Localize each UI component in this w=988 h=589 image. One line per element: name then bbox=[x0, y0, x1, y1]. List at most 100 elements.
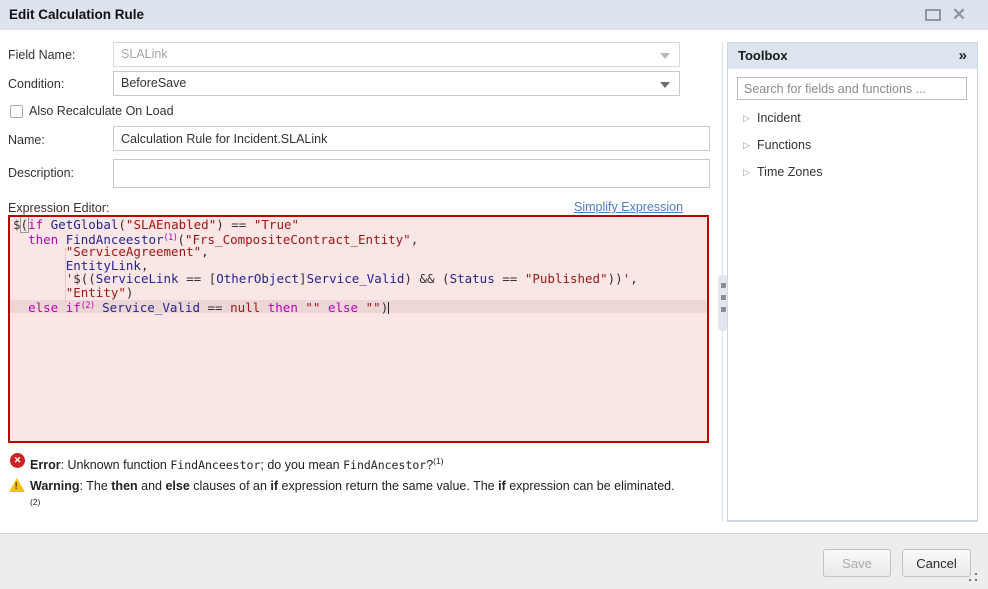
maximize-icon[interactable] bbox=[925, 9, 941, 21]
description-input[interactable] bbox=[113, 159, 710, 188]
condition-select[interactable]: BeforeSave bbox=[113, 71, 680, 96]
field-name-label: Field Name: bbox=[8, 48, 75, 62]
code-token: OtherObject bbox=[216, 271, 299, 286]
recalculate-label: Also Recalculate On Load bbox=[29, 104, 174, 118]
chevron-down-icon bbox=[660, 82, 670, 88]
toolbox-tree: ▷ Incident ▷Functions▷ Time Zones bbox=[728, 105, 977, 186]
toolbox-tree-item-incident[interactable]: ▷ Incident bbox=[728, 105, 977, 132]
code-token: "" bbox=[305, 300, 320, 315]
message-segment: Error bbox=[30, 458, 61, 472]
code-token: ] bbox=[299, 271, 307, 286]
save-button: Save bbox=[823, 549, 891, 577]
indent-guide bbox=[65, 248, 66, 302]
code-token: Service_Valid bbox=[102, 300, 200, 315]
code-token: ) && ( bbox=[404, 271, 449, 286]
dialog-title: Edit Calculation Rule bbox=[9, 0, 144, 30]
code-token: GetGlobal bbox=[51, 217, 119, 232]
code-token: , bbox=[630, 271, 638, 286]
code-line: $(if GetGlobal("SLAEnabled") == "True" bbox=[9, 218, 708, 232]
toolbox-panel: Toolbox » ▷ Incident ▷Functions▷ Time Zones bbox=[727, 42, 978, 522]
toolbox-title: Toolbox bbox=[738, 43, 788, 69]
chevron-down-icon bbox=[660, 53, 670, 59]
message-segment: : The bbox=[80, 479, 112, 493]
code-token: (1) bbox=[164, 233, 178, 243]
code-token bbox=[13, 300, 28, 315]
code-line: "Entity") bbox=[9, 286, 708, 300]
code-line: EntityLink, bbox=[9, 259, 708, 273]
code-token: null bbox=[230, 300, 260, 315]
code-token: "True" bbox=[254, 217, 299, 232]
message-segment: FindAnceestor bbox=[170, 458, 260, 472]
code-token bbox=[260, 300, 268, 315]
code-token: )) bbox=[608, 271, 623, 286]
simplify-expression-link[interactable]: Simplify Expression bbox=[574, 200, 690, 214]
code-token: ) bbox=[126, 285, 134, 300]
message-segment: then bbox=[111, 479, 137, 493]
message-segment: Warning bbox=[30, 479, 80, 493]
tree-expand-icon[interactable]: ▷ bbox=[743, 105, 750, 132]
toolbox-search-input[interactable] bbox=[737, 77, 967, 100]
description-label: Description: bbox=[8, 166, 74, 180]
name-input[interactable] bbox=[113, 126, 710, 151]
field-name-value: SLALink bbox=[121, 47, 168, 61]
code-token: , bbox=[411, 232, 419, 247]
code-token: == bbox=[200, 300, 230, 315]
footer-bar: Save Cancel bbox=[0, 533, 988, 589]
code-token: then bbox=[268, 300, 298, 315]
code-token: Status bbox=[450, 271, 495, 286]
code-token: "Entity" bbox=[66, 285, 126, 300]
message-segment: : Unknown function bbox=[61, 458, 171, 472]
expression-code-editor[interactable]: $(if GetGlobal("SLAEnabled") == "True" t… bbox=[8, 215, 709, 443]
code-line: "ServiceAgreement", bbox=[9, 245, 708, 259]
warning-icon bbox=[9, 478, 25, 492]
tree-item-label: Incident bbox=[757, 111, 801, 125]
code-token: (2) bbox=[81, 301, 95, 311]
toolbox-tree-item-time-zones[interactable]: ▷ Time Zones bbox=[728, 159, 977, 186]
expression-editor-label: Expression Editor: bbox=[8, 201, 109, 215]
recalculate-checkbox[interactable] bbox=[10, 105, 23, 118]
code-token: if bbox=[28, 217, 43, 232]
warning-message: Warning: The then and else clauses of an… bbox=[30, 478, 675, 514]
code-token: "Frs_CompositeContract_Entity" bbox=[185, 232, 411, 247]
code-line: '$((ServiceLink == [OtherObject]Service_… bbox=[9, 272, 708, 286]
message-segment: if bbox=[270, 479, 278, 493]
cancel-button[interactable]: Cancel bbox=[902, 549, 971, 577]
code-token: "Published" bbox=[525, 271, 608, 286]
code-line: then FindAnceestor(1)("Frs_CompositeCont… bbox=[9, 232, 708, 246]
resize-grip[interactable] bbox=[964, 571, 978, 584]
toolbox-header: Toolbox » bbox=[728, 43, 977, 69]
code-token: if bbox=[66, 300, 81, 315]
message-segment: and bbox=[138, 479, 166, 493]
condition-value: BeforeSave bbox=[121, 76, 186, 90]
message-segment: (1) bbox=[433, 456, 443, 466]
error-message: Error: Unknown function FindAnceestor; d… bbox=[30, 453, 700, 473]
toolbox-tree-item-functions[interactable]: ▷Functions bbox=[728, 132, 977, 159]
code-token: == bbox=[495, 271, 525, 286]
close-icon[interactable]: ✕ bbox=[948, 4, 970, 26]
code-token: ) == bbox=[216, 217, 254, 232]
tree-expand-icon[interactable]: ▷ bbox=[743, 132, 750, 159]
code-token: == [ bbox=[179, 271, 217, 286]
code-token bbox=[320, 300, 328, 315]
code-token: "" bbox=[366, 300, 381, 315]
error-icon bbox=[10, 453, 25, 468]
code-token: ) bbox=[381, 300, 389, 315]
tree-item-label: Time Zones bbox=[757, 165, 823, 179]
message-segment: ; do you mean bbox=[260, 458, 343, 472]
message-segment: if bbox=[498, 479, 506, 493]
code-token: else bbox=[28, 300, 58, 315]
collapse-panel-icon[interactable]: » bbox=[959, 43, 967, 68]
message-segment: expression return the same value. The bbox=[278, 479, 498, 493]
title-bar: Edit Calculation Rule ✕ bbox=[0, 0, 988, 30]
message-segment: else bbox=[165, 479, 189, 493]
message-segment: FindAncestor bbox=[343, 458, 426, 472]
condition-label: Condition: bbox=[8, 77, 64, 91]
code-token: else bbox=[328, 300, 358, 315]
code-line: else if(2) Service_Valid == null then ""… bbox=[9, 300, 708, 314]
code-token: Service_Valid bbox=[307, 271, 405, 286]
message-segment: clauses of an bbox=[190, 479, 271, 493]
tree-expand-icon[interactable]: ▷ bbox=[743, 159, 750, 186]
message-segment: expression can be eliminated. bbox=[506, 479, 675, 493]
code-token: "SLAEnabled" bbox=[126, 217, 216, 232]
code-token bbox=[358, 300, 366, 315]
